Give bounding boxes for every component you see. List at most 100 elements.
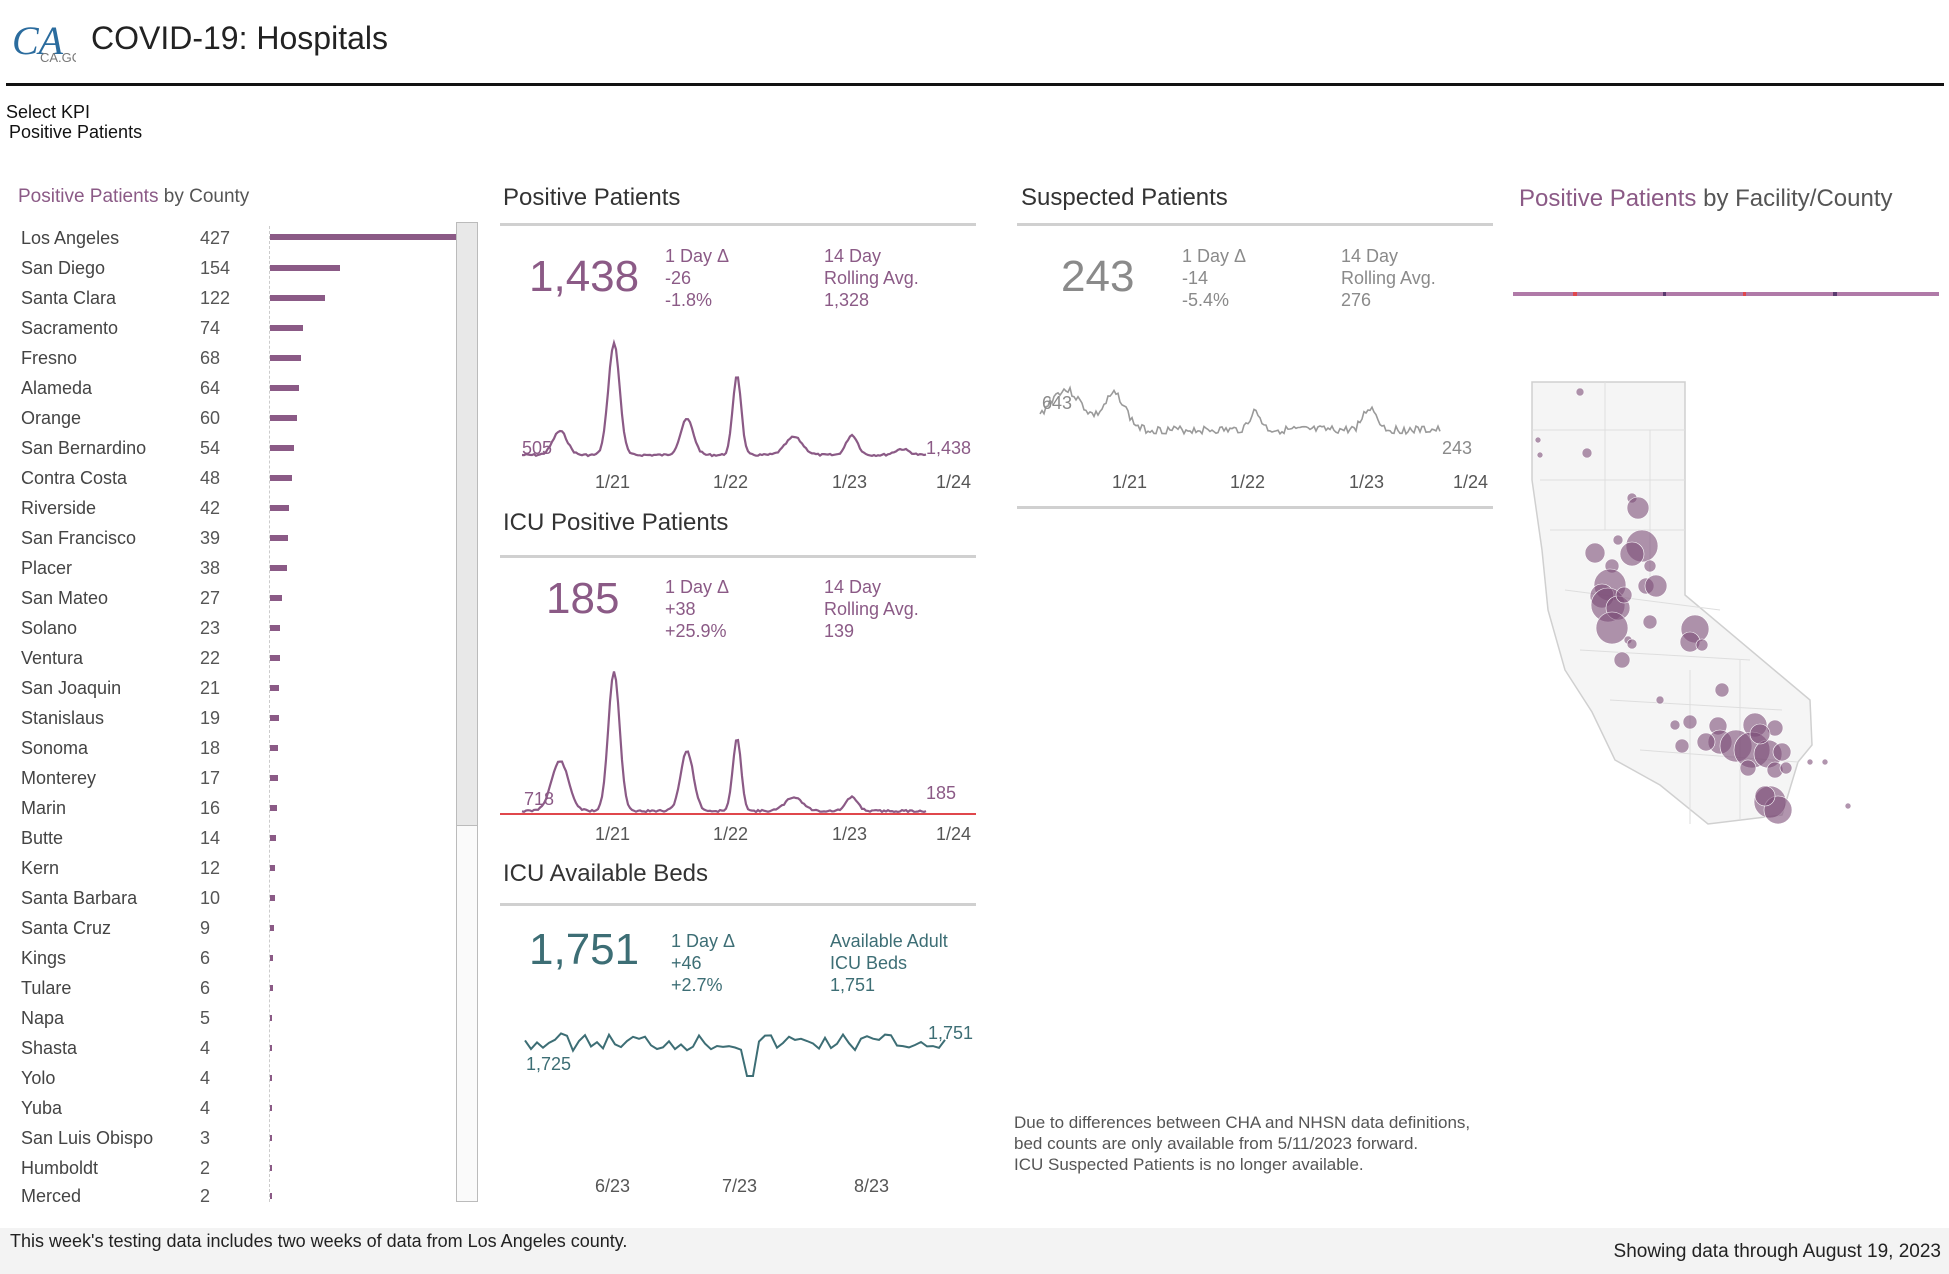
- suspected-tick: 1/22: [1230, 472, 1266, 492]
- sparkline-path: [1039, 385, 1441, 436]
- county-bar: [270, 234, 463, 240]
- header-divider: [6, 83, 1944, 86]
- county-name: Butte: [21, 828, 64, 848]
- county-scrollbar-thumb[interactable]: [456, 222, 478, 826]
- icu-beds-tick: 8/23: [854, 1176, 890, 1196]
- county-value: 48: [200, 468, 221, 488]
- county-row[interactable]: Sacramento 74: [18, 314, 458, 344]
- county-value: 18: [200, 738, 221, 758]
- icu-positive-tick: 1/23: [832, 824, 868, 844]
- icu-beds-title: ICU Available Beds: [503, 860, 709, 887]
- icu-positive-tick: 1/22: [713, 824, 749, 844]
- county-name: Humboldt: [21, 1158, 99, 1178]
- icu-beds-sparkline: [524, 1032, 946, 1077]
- county-name: San Diego: [21, 258, 106, 278]
- county-row[interactable]: Tulare 6: [18, 974, 458, 1004]
- county-row[interactable]: Fresno 68: [18, 344, 458, 374]
- county-row[interactable]: Contra Costa 48: [18, 464, 458, 494]
- county-row[interactable]: Yuba 4: [18, 1094, 458, 1124]
- county-name: Fresno: [21, 348, 78, 368]
- county-name: Kern: [21, 858, 60, 878]
- county-row[interactable]: Sonoma 18: [18, 734, 458, 764]
- icu-beds-available: Available Adult ICU Beds 1,751: [830, 931, 948, 995]
- county-name: Sonoma: [21, 738, 89, 758]
- county-row[interactable]: Santa Clara 122: [18, 284, 458, 314]
- california-facility-map[interactable]: [1520, 370, 1910, 840]
- suspected-end-label: 243: [1442, 438, 1473, 458]
- positive-big-value: 1,438: [529, 252, 640, 301]
- county-row[interactable]: Humboldt 2: [18, 1154, 458, 1184]
- county-name: Contra Costa: [21, 468, 128, 488]
- county-row[interactable]: Butte 14: [18, 824, 458, 854]
- county-bar: [270, 715, 279, 721]
- county-row[interactable]: Riverside 42: [18, 494, 458, 524]
- county-row[interactable]: San Bernardino 54: [18, 434, 458, 464]
- county-name: Solano: [21, 618, 78, 638]
- suspected-sparkline: [1039, 385, 1441, 436]
- county-row[interactable]: San Diego 154: [18, 254, 458, 284]
- county-bar: [270, 865, 275, 871]
- county-value: 154: [200, 258, 231, 278]
- sparkline-path: [521, 671, 927, 814]
- ca-gov-logo[interactable]: CA CA.GOV: [10, 14, 76, 66]
- county-value: 4: [200, 1098, 211, 1118]
- county-row[interactable]: Marin 16: [18, 794, 458, 824]
- county-name: Ventura: [21, 648, 84, 668]
- icu-positive-start-label: 718: [524, 789, 555, 809]
- county-bar: [270, 475, 292, 481]
- county-row[interactable]: Placer 38: [18, 554, 458, 584]
- svg-text:CA.GOV: CA.GOV: [40, 50, 76, 65]
- icu-positive-reference-line: [500, 813, 976, 815]
- county-bar: [270, 655, 280, 661]
- county-row[interactable]: Yolo 4: [18, 1064, 458, 1094]
- county-row[interactable]: Santa Barbara 10: [18, 884, 458, 914]
- suspected-rolling-avg: 14 Day Rolling Avg. 276: [1341, 246, 1436, 310]
- positive-end-label: 1,438: [926, 438, 972, 458]
- county-row[interactable]: Solano 23: [18, 614, 458, 644]
- facility-color-strip: [1513, 292, 1939, 296]
- county-value: 427: [200, 228, 231, 248]
- positive-delta: 1 Day Δ -26 -1.8%: [665, 246, 730, 310]
- county-bar: [270, 415, 297, 421]
- county-bar: [270, 325, 303, 331]
- county-name: Yolo: [21, 1068, 56, 1088]
- county-name: San Mateo: [21, 588, 109, 608]
- county-bar: [270, 265, 340, 271]
- county-value: 23: [200, 618, 221, 638]
- county-bar: [270, 1075, 272, 1081]
- suspected-tick: 1/23: [1349, 472, 1385, 492]
- county-name: Shasta: [21, 1038, 78, 1058]
- county-row[interactable]: Merced 2: [18, 1182, 458, 1212]
- county-row[interactable]: Stanislaus 19: [18, 704, 458, 734]
- icu-positive-big-value: 185: [546, 574, 620, 623]
- county-row[interactable]: Alameda 64: [18, 374, 458, 404]
- kpi-selector[interactable]: Positive Patients: [6, 122, 145, 143]
- county-row[interactable]: San Francisco 39: [18, 524, 458, 554]
- county-bar: [270, 595, 282, 601]
- county-row[interactable]: Santa Cruz 9: [18, 914, 458, 944]
- county-row[interactable]: Kern 12: [18, 854, 458, 884]
- county-row[interactable]: San Mateo 27: [18, 584, 458, 614]
- icu-positive-tick: 1/21: [595, 824, 631, 844]
- county-row[interactable]: Monterey 17: [18, 764, 458, 794]
- county-row[interactable]: Napa 5: [18, 1004, 458, 1034]
- county-row[interactable]: Orange 60: [18, 404, 458, 434]
- county-row[interactable]: San Luis Obispo 3: [18, 1124, 458, 1154]
- county-row[interactable]: San Joaquin 21: [18, 674, 458, 704]
- county-panel-title: Positive Patients by County: [18, 186, 250, 207]
- county-name: Los Angeles: [21, 228, 120, 248]
- county-row[interactable]: Ventura 22: [18, 644, 458, 674]
- footer-note: This week's testing data includes two we…: [10, 1231, 628, 1251]
- county-row[interactable]: Shasta 4: [18, 1034, 458, 1064]
- county-value: 21: [200, 678, 221, 698]
- county-bar: [270, 625, 280, 631]
- county-name: Orange: [21, 408, 82, 428]
- county-bar: [270, 895, 275, 901]
- county-bar: [270, 1135, 272, 1141]
- county-value: 17: [200, 768, 221, 788]
- county-bar: [270, 745, 278, 751]
- county-bar: [270, 565, 287, 571]
- county-row[interactable]: Kings 6: [18, 944, 458, 974]
- county-row[interactable]: Los Angeles 427: [18, 224, 463, 254]
- data-definition-note: Due to differences between CHA and NHSN …: [1014, 1113, 1471, 1174]
